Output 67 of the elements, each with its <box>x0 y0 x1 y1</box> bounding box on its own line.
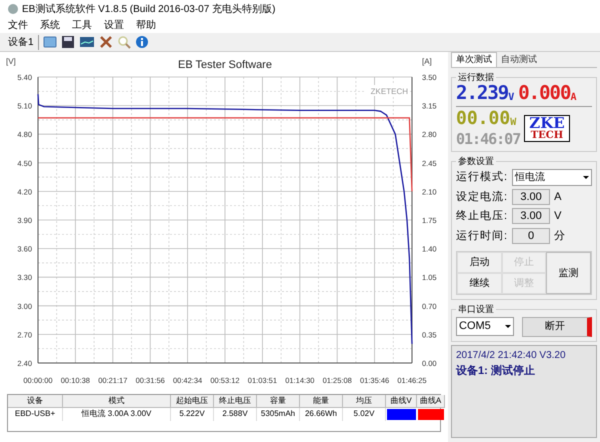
chart-title: EB Tester Software <box>178 59 272 71</box>
column-header: 能量 <box>300 395 343 408</box>
unit-label: V <box>508 93 514 103</box>
field-label: 终止电压: <box>456 209 508 224</box>
field-label: 运行时间: <box>456 228 508 244</box>
input-field[interactable]: 3.00 <box>512 208 550 224</box>
group-title: 运行数据 <box>457 70 495 84</box>
chart-icon[interactable] <box>78 35 95 49</box>
tab[interactable]: 单次测试 <box>451 52 497 66</box>
axis-unit: [A] <box>422 57 432 66</box>
table-cell: 5.222V <box>171 408 214 421</box>
menu-item[interactable]: 系统 <box>40 18 60 33</box>
menu-item[interactable]: 文件 <box>8 18 28 33</box>
table-cell: 5.02V <box>343 408 386 421</box>
info-icon[interactable] <box>134 35 149 49</box>
column-header: 均压 <box>343 395 386 408</box>
field-label: 运行模式: <box>456 170 508 185</box>
search-icon[interactable] <box>116 35 131 49</box>
current-reading: 0.000 <box>518 84 570 103</box>
menu-item[interactable]: 帮助 <box>136 18 156 33</box>
logo-text: ZKE <box>529 116 565 131</box>
dropdown-icon <box>505 325 511 328</box>
group-title: 参数设置 <box>457 155 495 168</box>
input-field[interactable]: 3.00 <box>512 188 550 205</box>
status-message: 设备1: 测试停止 <box>456 364 536 378</box>
unit-label: V <box>554 209 562 224</box>
status-time: 2017/4/2 21:42:40 V3.20 <box>456 348 567 362</box>
chart-watermark: ZKETECH <box>370 87 408 96</box>
logo-text: TECH <box>530 131 564 141</box>
port-select[interactable]: COM5 <box>456 317 514 336</box>
unit-label: A <box>570 93 576 103</box>
disconnect-button[interactable]: 断开 <box>522 316 592 336</box>
title-text: EB测试系统软件 V1.8.5 (Build 2016-03-07 充电头特别版) <box>22 2 276 16</box>
voltage-reading: 2.239 <box>456 84 508 103</box>
column-header: 设备 <box>8 395 63 408</box>
table-cell: 5305mAh <box>257 408 300 421</box>
table-cell: EBD-USB+ <box>8 408 63 421</box>
power-reading: 00.00 <box>456 110 510 128</box>
device-label: 设备1 <box>8 34 39 50</box>
unit-label: A <box>554 190 562 204</box>
column-header: 容量 <box>257 395 300 408</box>
input-field[interactable]: 0 <box>512 228 550 244</box>
tab[interactable]: 自动测试 <box>497 52 541 66</box>
dropdown-icon <box>583 176 589 178</box>
table-cell: 2.588V <box>214 408 257 421</box>
column-header: 终止电压 <box>214 395 257 408</box>
table-cell: 恒电流 3.00A 3.00V <box>63 408 171 421</box>
column-header: 起始电压 <box>171 395 214 408</box>
column-header: 曲线A <box>417 395 445 408</box>
control-button[interactable]: 继续 <box>457 273 502 294</box>
save-icon[interactable] <box>60 35 75 49</box>
app-icon <box>8 4 18 14</box>
menu-item[interactable]: 设置 <box>104 18 124 33</box>
column-header: 模式 <box>63 395 171 408</box>
field-label: 设定电流: <box>456 190 508 204</box>
monitor-button[interactable]: 监测 <box>546 252 591 294</box>
group-title: 串口设置 <box>457 303 495 316</box>
elapsed-time: 01:46:07 <box>456 132 520 147</box>
table-cell: 26.66Wh <box>300 408 343 421</box>
column-header: 曲线V <box>386 395 417 408</box>
control-button[interactable]: 启动 <box>457 252 502 273</box>
unit-label: 分 <box>554 228 566 244</box>
screen-icon[interactable] <box>42 35 57 49</box>
menu-item[interactable]: 工具 <box>72 18 92 33</box>
mode-select[interactable]: 恒电流 <box>512 168 592 186</box>
unit-label: W <box>510 118 516 128</box>
axis-unit: [V] <box>6 57 16 66</box>
